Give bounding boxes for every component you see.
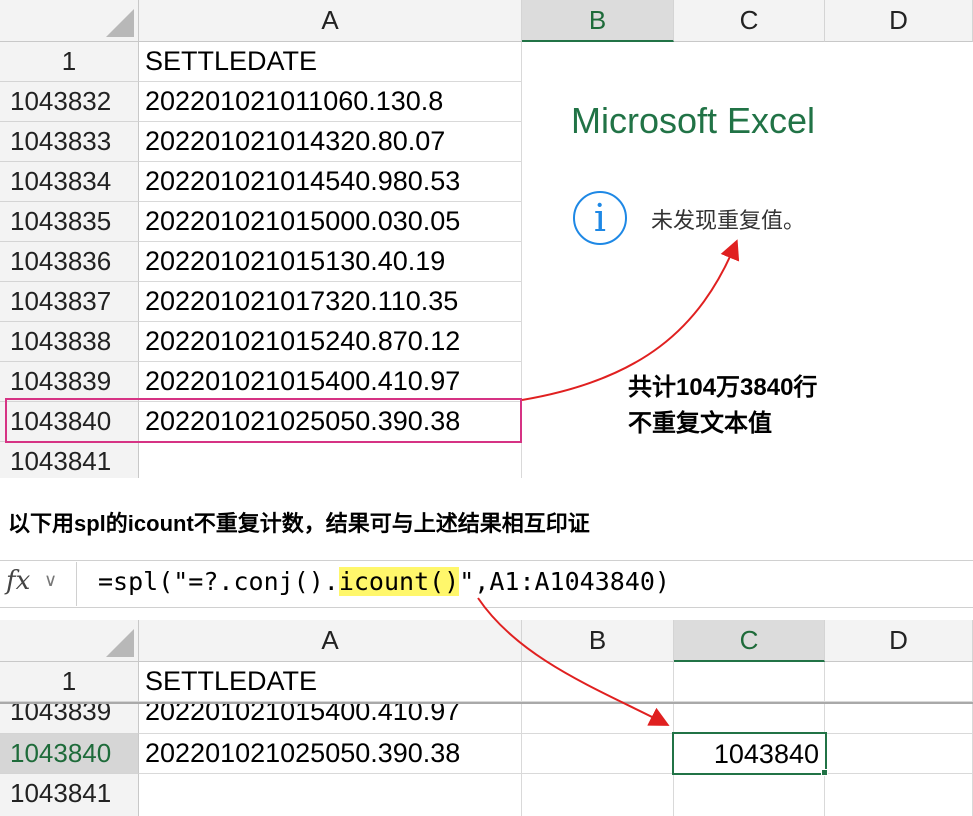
annotation-arrows <box>477 239 740 726</box>
arrow-to-result <box>477 597 670 726</box>
arrow-to-dialog <box>521 239 740 401</box>
